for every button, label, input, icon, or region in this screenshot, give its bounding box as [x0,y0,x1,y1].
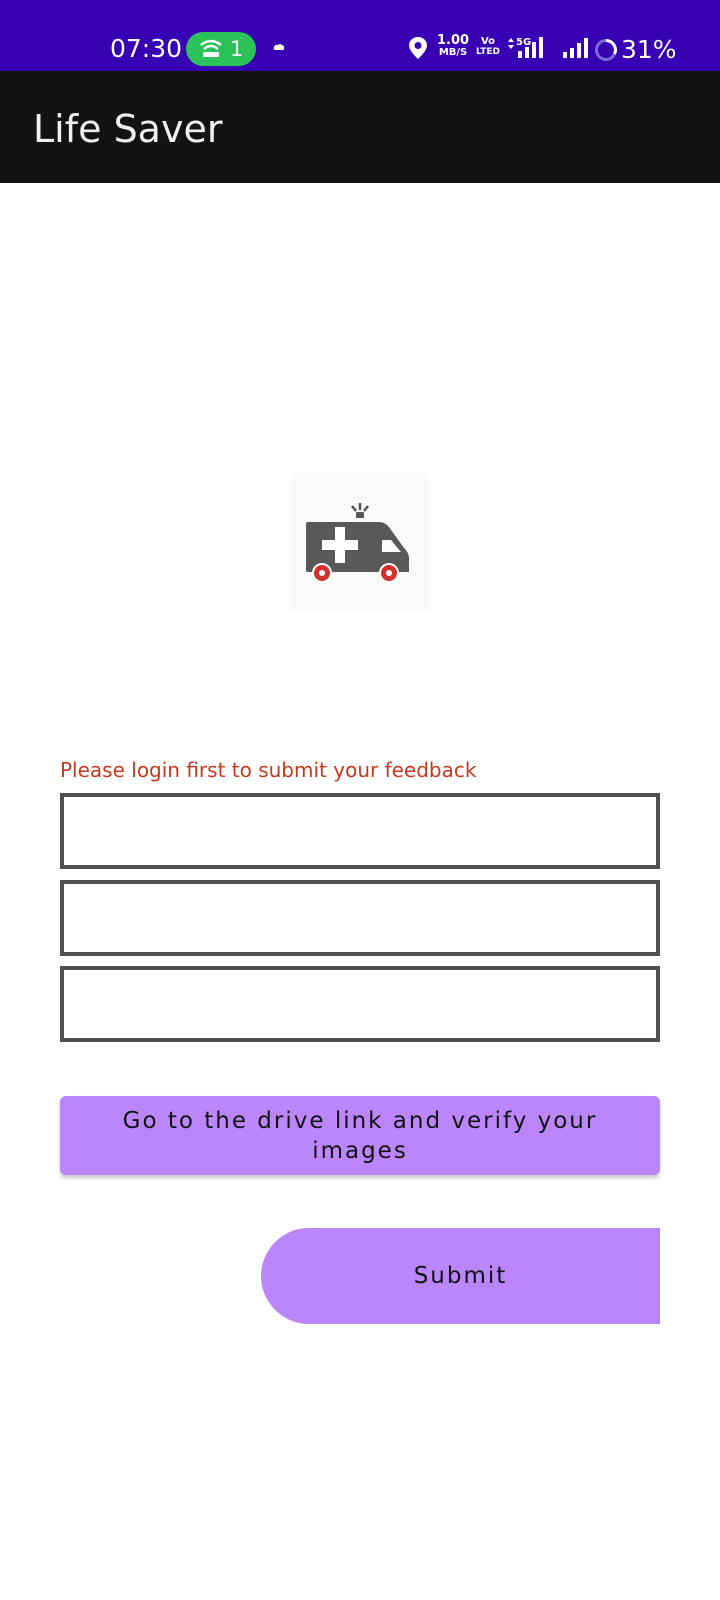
app-logo [291,473,429,611]
network-speed: 1.00 MB/S [437,33,470,59]
battery-ring-icon [595,39,617,61]
ambulance-icon [306,503,409,583]
network-speed-unit: MB/S [438,47,468,58]
signal-5g-icon: 5G [508,37,543,58]
cloud-icon [273,44,285,50]
feedback-field-1[interactable] [60,793,660,869]
signal-icon [563,38,588,58]
battery-percentage: 31% [621,35,677,64]
volte-indicator: Vo LTED [476,36,500,58]
feedback-field-3[interactable] [60,966,660,1042]
drive-link-button[interactable]: Go to the drive link and verify your ima… [60,1096,660,1175]
hotspot-icon [200,39,222,57]
feedback-input-1[interactable] [64,797,656,865]
hotspot-indicator[interactable]: 1 [186,32,256,66]
network-speed-value: 1.00 [437,33,470,48]
feedback-input-2[interactable] [64,884,656,952]
status-time: 07:30 [110,34,183,63]
feedback-input-3[interactable] [64,970,656,1038]
location-icon [409,37,427,59]
volte-bottom: LTED [476,47,501,57]
svg-text:5G: 5G [516,37,531,48]
hotspot-count: 1 [230,37,244,61]
app-title: Life Saver [33,107,223,151]
status-bar: 07:30 1 1.00 MB/S Vo LTED 5G 31% [0,0,720,71]
login-required-message: Please login first to submit your feedba… [60,758,477,782]
feedback-field-2[interactable] [60,880,660,956]
volte-top: Vo [480,36,496,47]
submit-button[interactable]: Submit [261,1228,660,1324]
app-bar: Life Saver [0,71,720,183]
submit-button-label: Submit [413,1263,508,1289]
drive-link-button-label: Go to the drive link and verify your ima… [122,1107,598,1164]
